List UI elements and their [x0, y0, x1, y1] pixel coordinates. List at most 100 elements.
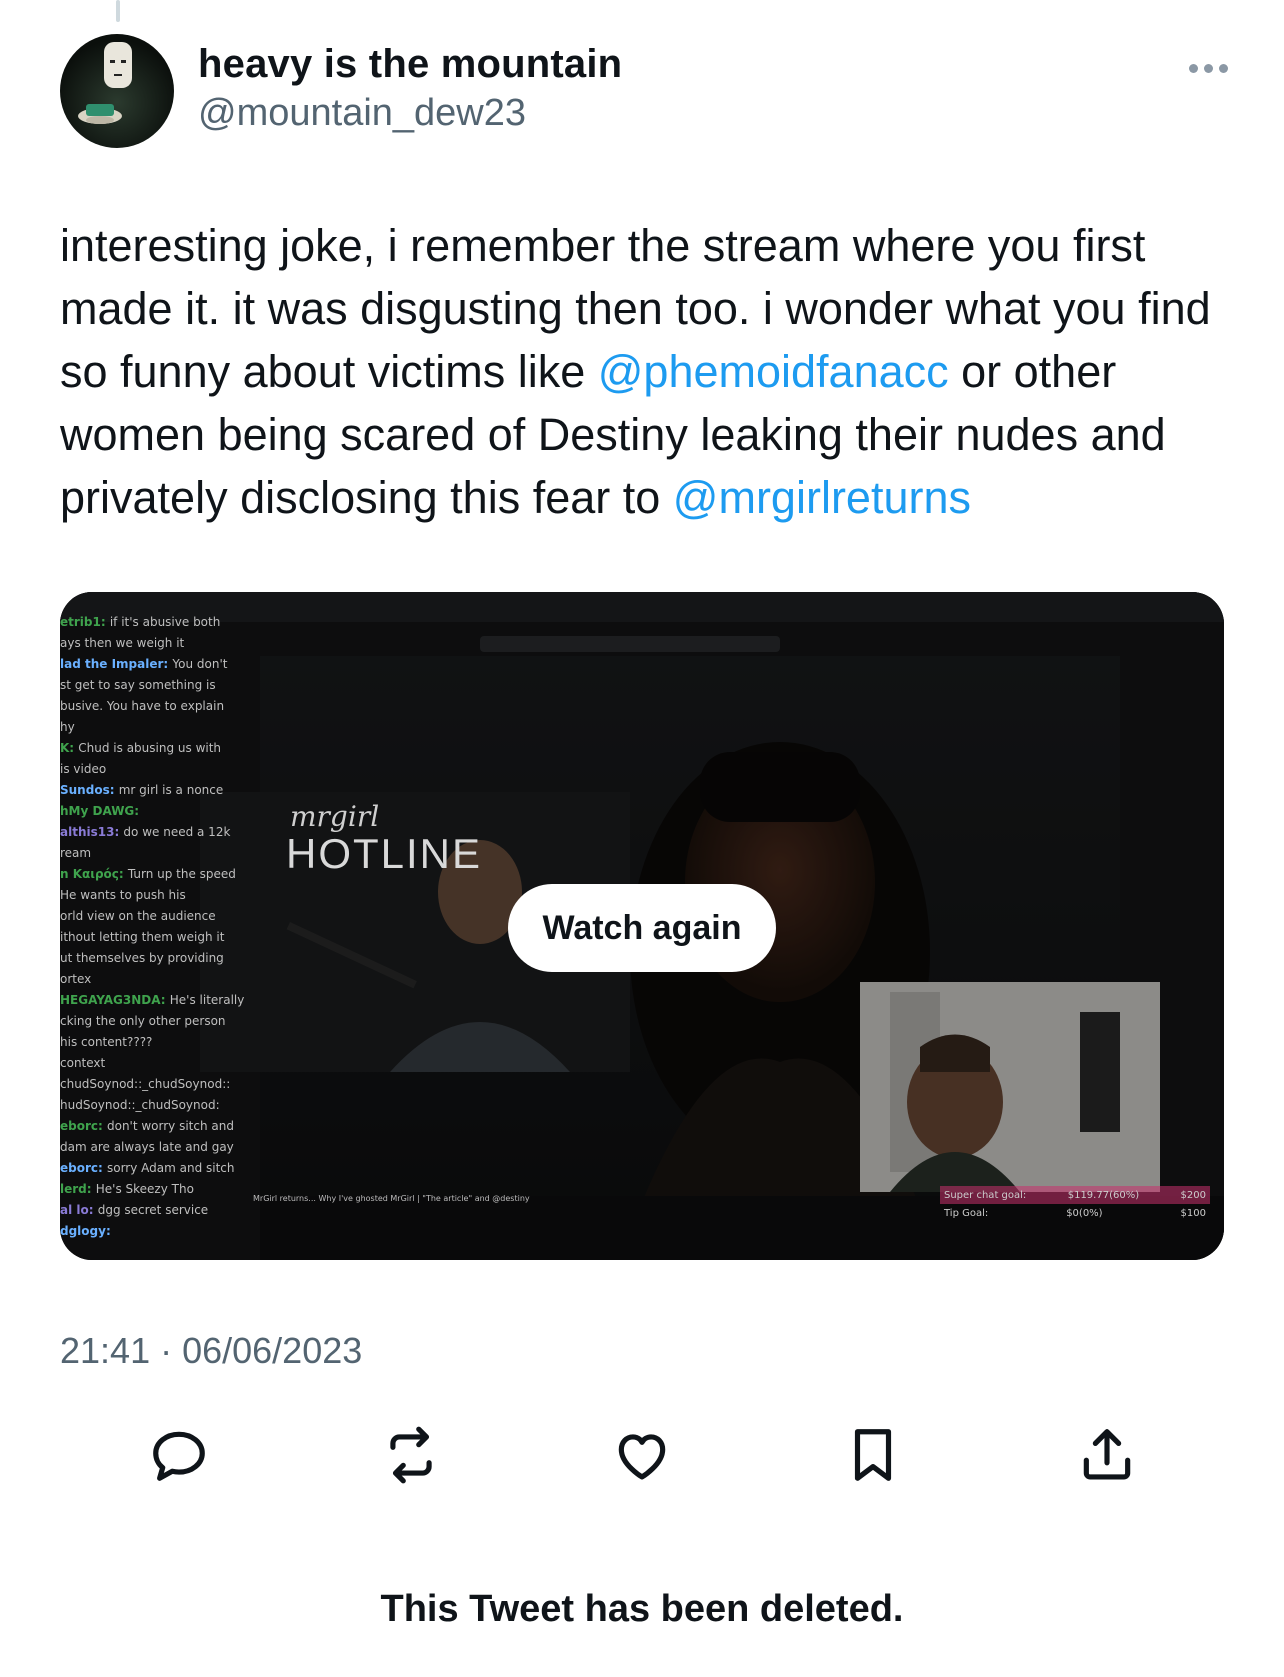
- chat-message: hMy DAWG:: [60, 803, 260, 820]
- chat-text: chudSoynod::_chudSoynod::: [60, 1077, 231, 1091]
- chat-username: althis13:: [60, 825, 124, 839]
- video-title: MrGirl returns... Why I've ghosted MrGir…: [253, 1194, 530, 1203]
- chat-text: Chud is abusing us with: [78, 741, 222, 755]
- heart-icon[interactable]: [607, 1420, 677, 1490]
- chat-message: HEGAYAG3NDA: He's literally: [60, 992, 260, 1009]
- chat-username: al lo:: [60, 1203, 98, 1217]
- tip-goal-target: $100: [1180, 1207, 1206, 1219]
- chat-message: eborc: don't worry sitch and: [60, 1118, 260, 1135]
- chat-message: n Καιρός: Turn up the speed: [60, 866, 260, 883]
- chat-message: Sundos: mr girl is a nonce: [60, 782, 260, 799]
- live-chat-overlay: etrib1: if it's abusive both ays then we …: [60, 614, 260, 1244]
- chat-message: dam are always late and gay: [60, 1139, 260, 1156]
- tip-goal-row: Tip Goal: $0(0%) $100: [940, 1204, 1210, 1222]
- chat-message: chudSoynod::_chudSoynod::: [60, 1076, 260, 1093]
- tip-goal-label: Tip Goal:: [944, 1207, 989, 1219]
- mention-link[interactable]: @phemoidfanacc: [598, 346, 949, 397]
- chat-text: st get to say something is: [60, 678, 216, 692]
- chat-text: He's Skeezy Tho: [95, 1182, 194, 1196]
- tweet-timestamp[interactable]: 21:41 · 06/06/2023: [60, 1330, 362, 1372]
- chat-message: busive. You have to explain: [60, 698, 260, 715]
- chat-message: ays then we weigh it: [60, 635, 260, 652]
- chat-text: ream: [60, 846, 92, 860]
- overlay-title: HOTLINE: [286, 830, 483, 877]
- chat-text: cking the only other person: [60, 1014, 226, 1028]
- chat-text: dam are always late and gay: [60, 1140, 234, 1154]
- chat-username: HEGAYAG3NDA:: [60, 993, 170, 1007]
- chat-text: He's literally: [169, 993, 245, 1007]
- tip-goal-value: $0(0%): [1066, 1207, 1103, 1219]
- chat-text: hy: [60, 720, 75, 734]
- mention-link[interactable]: @mrgirlreturns: [673, 472, 971, 523]
- chat-text: hudSoynod::_chudSoynod:: [60, 1098, 220, 1112]
- chat-message: ithout letting them weigh it: [60, 929, 260, 946]
- chat-message: lerd: He's Skeezy Tho: [60, 1181, 260, 1198]
- avatar[interactable]: [60, 34, 174, 148]
- chat-username: n Καιρός:: [60, 867, 128, 881]
- overlay-script-text: mrgirl: [290, 800, 380, 833]
- chat-message: lad the Impaler: You don't: [60, 656, 260, 673]
- bookmark-icon[interactable]: [838, 1420, 908, 1490]
- chat-message: is video: [60, 761, 260, 778]
- chat-text: ays then we weigh it: [60, 636, 185, 650]
- share-icon[interactable]: [1072, 1420, 1142, 1490]
- chat-message: ut themselves by providing: [60, 950, 260, 967]
- chat-username: etrib1:: [60, 615, 110, 629]
- chat-message: cking the only other person: [60, 1013, 260, 1030]
- author-name[interactable]: heavy is the mountain: [198, 42, 622, 87]
- chat-message: He wants to push his: [60, 887, 260, 904]
- author-handle[interactable]: @mountain_dew23: [198, 92, 526, 135]
- chat-message: eborc: sorry Adam and sitch: [60, 1160, 260, 1177]
- chat-username: Sundos:: [60, 783, 119, 797]
- chat-text: orld view on the audience: [60, 909, 216, 923]
- super-chat-goal-row: Super chat goal: $119.77(60%) $200: [940, 1186, 1210, 1204]
- watch-again-button[interactable]: Watch again: [508, 884, 776, 972]
- chat-text: don't worry sitch and: [106, 1119, 234, 1133]
- chat-message: etrib1: if it's abusive both: [60, 614, 260, 631]
- chat-username: lad the Impaler:: [60, 657, 173, 671]
- chat-username: eborc:: [60, 1119, 107, 1133]
- thread-connector-line: [116, 0, 120, 22]
- reply-icon[interactable]: [144, 1420, 214, 1490]
- chat-message: st get to say something is: [60, 677, 260, 694]
- chat-message: K: Chud is abusing us with: [60, 740, 260, 757]
- tweet-text: interesting joke, i remember the stream …: [60, 214, 1240, 529]
- chat-message: althis13: do we need a 12k: [60, 824, 260, 841]
- chat-message: hy: [60, 719, 260, 736]
- more-options-icon[interactable]: [1178, 50, 1238, 86]
- tweet-action-bar: [0, 1400, 1284, 1500]
- chat-text: He wants to push his: [60, 888, 186, 902]
- chat-text: ut themselves by providing: [60, 951, 224, 965]
- super-chat-goal-target: $200: [1180, 1189, 1206, 1201]
- super-chat-goal-label: Super chat goal:: [944, 1189, 1027, 1201]
- chat-message: his content????: [60, 1034, 260, 1051]
- chat-text: busive. You have to explain: [60, 699, 225, 713]
- chat-username: eborc:: [60, 1161, 107, 1175]
- chat-message: ortex: [60, 971, 260, 988]
- chat-text: mr girl is a nonce: [118, 783, 224, 797]
- chat-username: dglogy:: [60, 1224, 111, 1238]
- chat-text: You don't: [172, 657, 228, 671]
- chat-text: ithout letting them weigh it: [60, 930, 225, 944]
- chat-message: context: [60, 1055, 260, 1072]
- donation-goal-panel: Super chat goal: $119.77(60%) $200 Tip G…: [940, 1186, 1210, 1222]
- chat-message: al lo: dgg secret service: [60, 1202, 260, 1219]
- chat-text: sorry Adam and sitch: [106, 1161, 235, 1175]
- chat-text: is video: [60, 762, 107, 776]
- video-media[interactable]: etrib1: if it's abusive both ays then we …: [60, 592, 1224, 1260]
- chat-username: K:: [60, 741, 79, 755]
- chat-text: his content????: [60, 1035, 153, 1049]
- chat-text: ortex: [60, 972, 92, 986]
- chat-message: ream: [60, 845, 260, 862]
- chat-text: context: [60, 1056, 106, 1070]
- chat-message: dglogy:: [60, 1223, 260, 1240]
- chat-text: dgg secret service: [97, 1203, 209, 1217]
- chat-message: orld view on the audience: [60, 908, 260, 925]
- deleted-notice: This Tweet has been deleted.: [380, 1588, 904, 1630]
- chat-username: lerd:: [60, 1182, 96, 1196]
- chat-text: do we need a 12k: [123, 825, 231, 839]
- chat-text: if it's abusive both: [109, 615, 221, 629]
- chat-message: hudSoynod::_chudSoynod:: [60, 1097, 260, 1114]
- super-chat-goal-value: $119.77(60%): [1067, 1189, 1140, 1201]
- retweet-icon[interactable]: [376, 1420, 446, 1490]
